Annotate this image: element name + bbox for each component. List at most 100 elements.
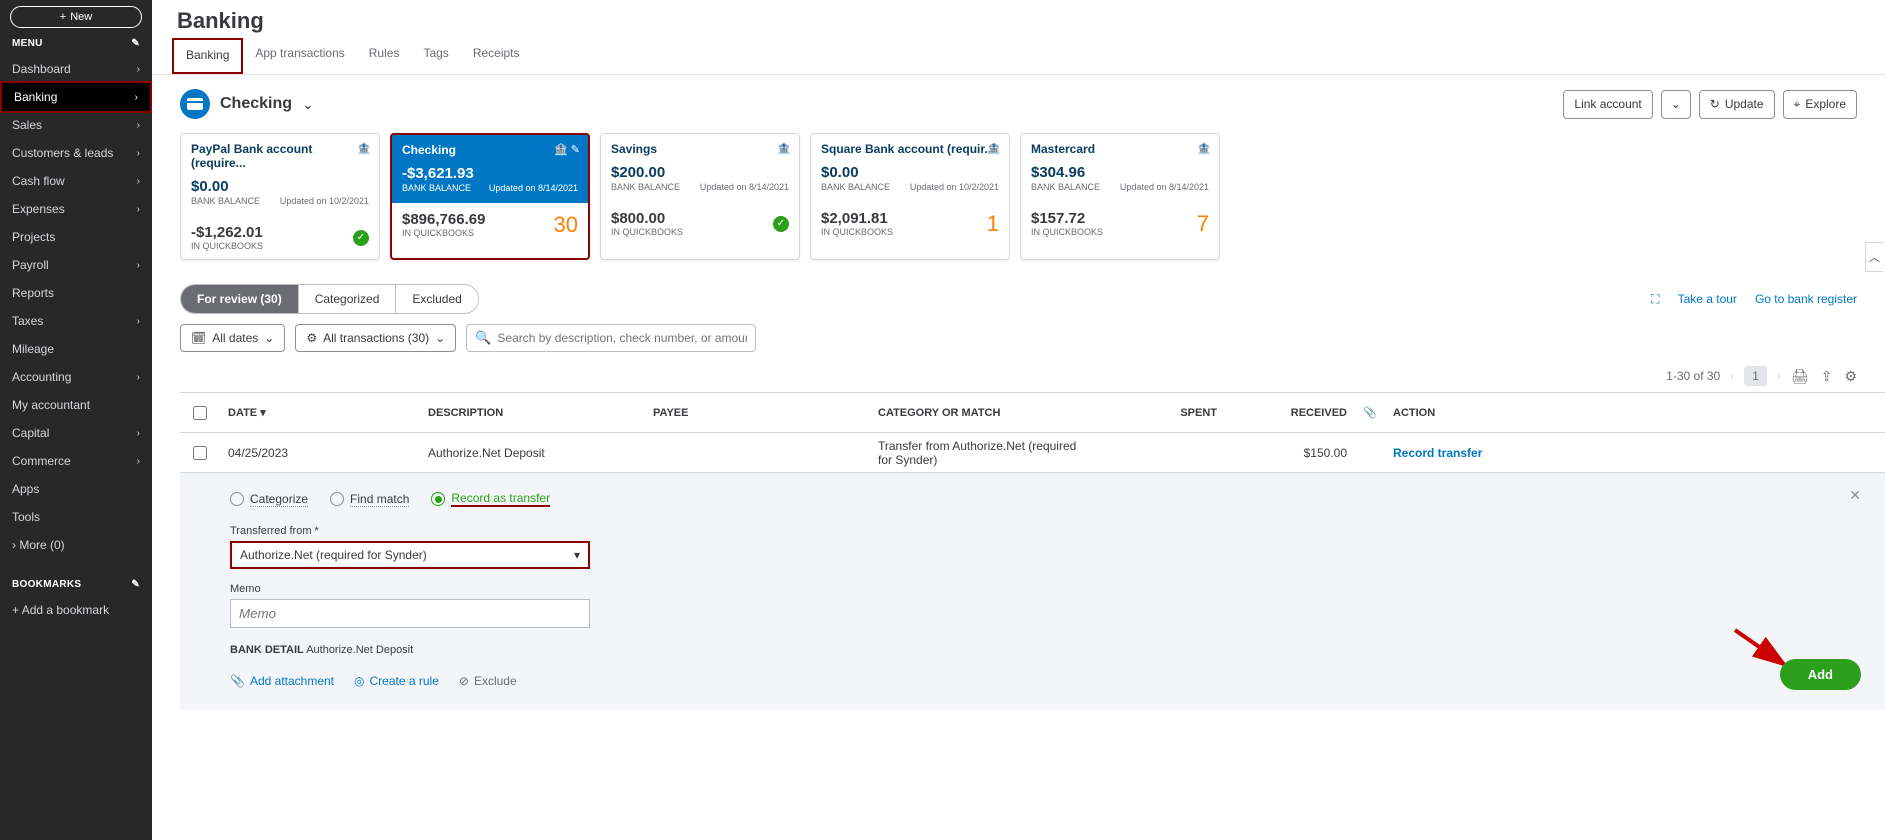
sidebar-item-sales[interactable]: Sales› [0,111,152,139]
col-received[interactable]: RECEIVED [1225,407,1355,419]
plus-icon: + [60,11,66,23]
check-icon: ✓ [773,216,789,232]
sidebar-item-cash-flow[interactable]: Cash flow› [0,167,152,195]
sidebar-item-tools[interactable]: Tools [0,503,152,531]
next-page[interactable]: › [1777,369,1781,383]
new-button-label: New [70,11,92,23]
review-count: 30 [554,212,578,238]
sidebar-item-customers-leads[interactable]: Customers & leads› [0,139,152,167]
collapse-cards-button[interactable]: ︿ [1865,242,1883,272]
exclude-link[interactable]: ⊘Exclude [459,674,517,688]
bank-icon: 🏦 [1197,142,1211,155]
chevron-down-icon[interactable]: ⌄ [302,96,314,113]
select-all-checkbox[interactable] [193,406,207,420]
add-attachment-link[interactable]: 📎Add attachment [230,674,334,688]
row-checkbox[interactable] [193,446,207,460]
search-input[interactable] [497,331,747,345]
radio-categorize[interactable]: Categorize [230,492,308,507]
tab-rules[interactable]: Rules [357,38,412,74]
chevron-right-icon: › [137,120,140,131]
pencil-icon[interactable]: ✎ [131,38,140,49]
sidebar-item-commerce[interactable]: Commerce› [0,447,152,475]
account-card[interactable]: 🏦 ✎Checking-$3,621.93BANK BALANCEUpdated… [390,133,590,260]
bank-icon: 🏦 [357,142,371,155]
sidebar-item-projects[interactable]: Projects [0,223,152,251]
chevron-right-icon: › [137,372,140,383]
tab-tags[interactable]: Tags [411,38,460,74]
segment-excluded[interactable]: Excluded [396,285,477,313]
radio-find-match[interactable]: Find match [330,492,409,507]
col-category[interactable]: CATEGORY OR MATCH [870,407,1095,419]
sliders-icon: ⚙ [306,331,317,345]
memo-input[interactable] [239,606,581,621]
update-button[interactable]: ↻Update [1699,90,1775,119]
bank-icon: 🏦 ✎ [554,143,580,156]
transactions-filter[interactable]: ⚙ All transactions (30) ⌄ [295,324,456,352]
search-box[interactable]: 🔍 [466,324,756,352]
sidebar-item-apps[interactable]: Apps [0,475,152,503]
account-card[interactable]: 🏦PayPal Bank account (require...$0.00BAN… [180,133,380,260]
add-bookmark[interactable]: + Add a bookmark [0,596,152,624]
new-button[interactable]: + New [10,6,142,28]
tab-receipts[interactable]: Receipts [461,38,532,74]
sidebar-item-capital[interactable]: Capital› [0,419,152,447]
chevron-right-icon: › [137,148,140,159]
col-description[interactable]: DESCRIPTION [420,407,645,419]
pencil-icon[interactable]: ✎ [131,579,140,590]
page-number: 1 [1744,366,1767,386]
calendar-icon: 🗓 [191,331,206,345]
sidebar-item-dashboard[interactable]: Dashboard› [0,55,152,83]
sidebar: + New MENU ✎ Dashboard›Banking›Sales›Cus… [0,0,152,840]
add-button[interactable]: Add [1780,659,1861,690]
sidebar-item-banking[interactable]: Banking› [0,81,152,113]
sidebar-item-my-accountant[interactable]: My accountant [0,391,152,419]
pagination-range: 1-30 of 30 [1666,369,1720,383]
sidebar-item-taxes[interactable]: Taxes› [0,307,152,335]
tour-icon: ⛶ [1651,292,1659,307]
sidebar-item-reports[interactable]: Reports [0,279,152,307]
target-icon: ◎ [354,674,364,688]
link-account-dropdown[interactable]: ⌄ [1661,90,1691,119]
take-tour-link[interactable]: Take a tour [1678,292,1737,306]
transactions-table: DATE ▾ DESCRIPTION PAYEE CATEGORY OR MAT… [180,392,1885,710]
dropdown-icon: ▾ [574,548,580,562]
export-icon[interactable]: ⇪ [1821,368,1833,385]
tab-banking[interactable]: Banking [172,38,243,74]
sidebar-item-mileage[interactable]: Mileage [0,335,152,363]
account-card[interactable]: 🏦Mastercard$304.96BANK BALANCEUpdated on… [1020,133,1220,260]
prev-page[interactable]: ‹ [1730,369,1734,383]
segment-categorized[interactable]: Categorized [299,285,397,313]
memo-label: Memo [230,583,1835,595]
radio-record-transfer[interactable]: Record as transfer [431,491,550,507]
table-row[interactable]: 04/25/2023 Authorize.Net Deposit Transfe… [180,433,1885,473]
explore-button[interactable]: ⌖Explore [1783,90,1857,119]
close-icon[interactable]: ✕ [1849,487,1861,504]
sidebar-item-payroll[interactable]: Payroll› [0,251,152,279]
tab-app-transactions[interactable]: App transactions [243,38,356,74]
bank-register-link[interactable]: Go to bank register [1755,292,1857,306]
create-rule-link[interactable]: ◎Create a rule [354,674,439,688]
transferred-from-select[interactable]: Authorize.Net (required for Synder) ▾ [230,541,590,569]
chevron-down-icon: ⌄ [264,331,274,345]
sidebar-item-more-0-[interactable]: › More (0) [0,531,152,559]
paperclip-icon: 📎 [1363,407,1377,419]
link-account-button[interactable]: Link account [1563,90,1652,119]
print-icon[interactable]: 🖨 [1791,368,1809,385]
main-content: Banking BankingApp transactionsRulesTags… [152,0,1885,840]
check-icon: ✓ [353,230,369,246]
bank-detail: BANK DETAIL Authorize.Net Deposit [230,644,1835,656]
chevron-right-icon: › [137,428,140,439]
segment-for-review[interactable]: For review (30) [181,285,299,313]
record-transfer-link[interactable]: Record transfer [1393,446,1482,460]
transferred-from-label: Transferred from * [230,525,1835,537]
col-spent[interactable]: SPENT [1095,407,1225,419]
account-card[interactable]: 🏦Square Bank account (requir...$0.00BANK… [810,133,1010,260]
col-payee[interactable]: PAYEE [645,407,870,419]
date-filter[interactable]: 🗓 All dates ⌄ [180,324,285,352]
sidebar-item-accounting[interactable]: Accounting› [0,363,152,391]
chevron-right-icon: › [137,64,140,75]
sidebar-item-expenses[interactable]: Expenses› [0,195,152,223]
gear-icon[interactable]: ⚙ [1844,368,1857,385]
account-card[interactable]: 🏦Savings$200.00BANK BALANCEUpdated on 8/… [600,133,800,260]
col-date[interactable]: DATE ▾ [220,406,420,419]
